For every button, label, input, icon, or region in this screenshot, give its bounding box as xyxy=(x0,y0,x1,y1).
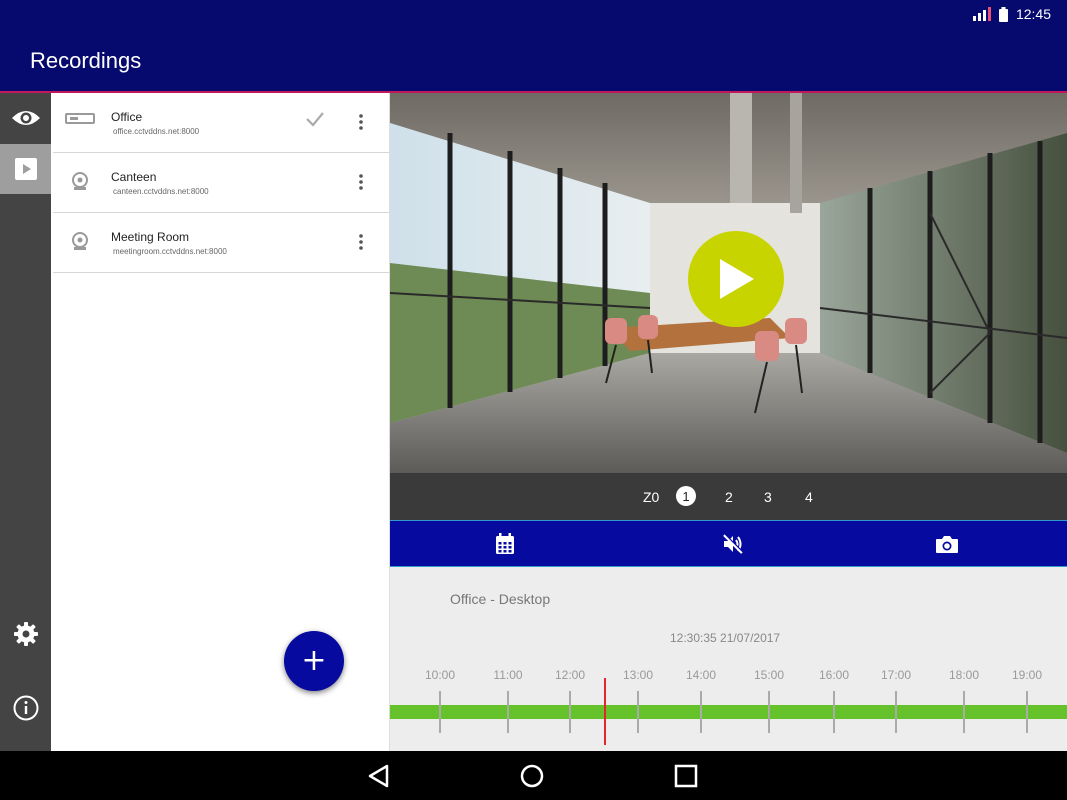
camera-icon xyxy=(936,536,958,553)
add-device-button[interactable]: + xyxy=(284,631,344,691)
timeline-hour-tick xyxy=(637,691,639,733)
timeline-camera-label: Office - Desktop xyxy=(450,591,551,607)
timeline-hour-tick xyxy=(700,691,702,733)
timeline-hour-label: 15:00 xyxy=(753,668,785,682)
playback-toolbar xyxy=(390,520,1067,567)
device-address: canteen.cctvddns.net:8000 xyxy=(113,187,209,196)
status-icons: 12:45 xyxy=(972,6,1051,22)
more-vert-icon xyxy=(359,114,363,130)
timeline-hour-tick xyxy=(768,691,770,733)
device-name: Office xyxy=(111,110,143,124)
timeline-hour-label: 10:00 xyxy=(424,668,456,682)
status-bar: 12:45 xyxy=(0,0,1067,28)
add-icon: + xyxy=(301,643,327,678)
recents-button[interactable] xyxy=(673,763,699,789)
rail-item-settings[interactable] xyxy=(0,609,51,659)
timeline-hour-tick xyxy=(833,691,835,733)
signal-icon xyxy=(972,7,991,21)
rail-item-info[interactable] xyxy=(0,683,51,733)
timeline-hour-tick xyxy=(507,691,509,733)
timeline-hour-label: 13:00 xyxy=(622,668,654,682)
mute-button[interactable] xyxy=(721,532,745,556)
device-name: Canteen xyxy=(111,170,157,184)
zoom-option-1[interactable]: 1 xyxy=(676,486,696,506)
calendar-button[interactable] xyxy=(493,532,517,556)
back-button[interactable] xyxy=(366,763,392,789)
zoom-label: Z0 xyxy=(643,489,660,505)
home-button[interactable] xyxy=(519,763,545,789)
rail-item-recordings[interactable] xyxy=(0,144,51,194)
timeline-hour-label: 19:00 xyxy=(1011,668,1043,682)
more-vert-icon xyxy=(359,174,363,190)
play-button[interactable] xyxy=(688,231,784,327)
device-item-meeting-room[interactable]: Meeting Room meetingroom.cctvddns.net:80… xyxy=(53,213,389,273)
device-item-canteen[interactable]: Canteen canteen.cctvddns.net:8000 xyxy=(53,153,389,213)
timeline-hour-label: 12:00 xyxy=(554,668,586,682)
device-name: Meeting Room xyxy=(111,230,190,244)
webcam-icon xyxy=(72,172,88,190)
dvr-icon xyxy=(65,113,95,124)
play-icon xyxy=(720,259,754,299)
timeline-cursor[interactable] xyxy=(604,678,606,745)
recording-band xyxy=(390,705,1067,719)
timeline-hour-label: 16:00 xyxy=(818,668,850,682)
timeline-hour-tick xyxy=(569,691,571,733)
info-icon xyxy=(13,695,38,721)
check-icon xyxy=(306,112,324,127)
calendar-icon xyxy=(496,533,514,554)
more-options-button[interactable] xyxy=(353,111,369,133)
timeline-hour-tick xyxy=(895,691,897,733)
mute-icon xyxy=(723,533,744,554)
timeline-hour-label: 14:00 xyxy=(685,668,717,682)
timeline-hour-tick xyxy=(1026,691,1028,733)
more-options-button[interactable] xyxy=(353,231,369,253)
zoom-option-4[interactable]: 4 xyxy=(805,489,813,505)
nav-rail xyxy=(0,93,51,751)
eye-icon xyxy=(11,111,40,125)
zoom-option-3[interactable]: 3 xyxy=(764,489,772,505)
timeline-hour-tick xyxy=(963,691,965,733)
zoom-selector: Z0 1 2 3 4 xyxy=(390,473,1067,520)
more-vert-icon xyxy=(359,234,363,250)
back-icon xyxy=(368,764,389,788)
gear-icon xyxy=(13,622,38,646)
rail-item-live[interactable] xyxy=(0,93,51,143)
timeline-hour-tick xyxy=(439,691,441,733)
timeline-hour-label: 11:00 xyxy=(493,668,523,682)
timeline-timestamp: 12:30:35 21/07/2017 xyxy=(670,631,781,645)
app-bar: Recordings xyxy=(0,28,1067,93)
webcam-icon xyxy=(72,232,88,250)
recents-icon xyxy=(674,764,698,788)
device-address: meetingroom.cctvddns.net:8000 xyxy=(113,247,227,256)
timeline-hour-label: 17:00 xyxy=(880,668,912,682)
more-options-button[interactable] xyxy=(353,171,369,193)
battery-icon xyxy=(998,6,1008,22)
page-title: Recordings xyxy=(30,48,142,73)
video-player[interactable] xyxy=(390,93,1067,473)
device-item-office[interactable]: Office office.cctvddns.net:8000 xyxy=(53,93,389,153)
home-icon xyxy=(520,764,544,788)
device-address: office.cctvddns.net:8000 xyxy=(113,127,200,136)
device-list-panel: Office office.cctvddns.net:8000 Canteen … xyxy=(51,93,390,751)
recording-timeline[interactable]: Office - Desktop 12:30:35 21/07/2017 10:… xyxy=(390,567,1067,751)
status-time: 12:45 xyxy=(1015,6,1051,22)
play-icon xyxy=(14,158,37,180)
snapshot-button[interactable] xyxy=(935,532,959,556)
zoom-option-2[interactable]: 2 xyxy=(725,489,733,505)
system-nav-bar xyxy=(0,751,1067,800)
timeline-hour-label: 18:00 xyxy=(948,668,980,682)
